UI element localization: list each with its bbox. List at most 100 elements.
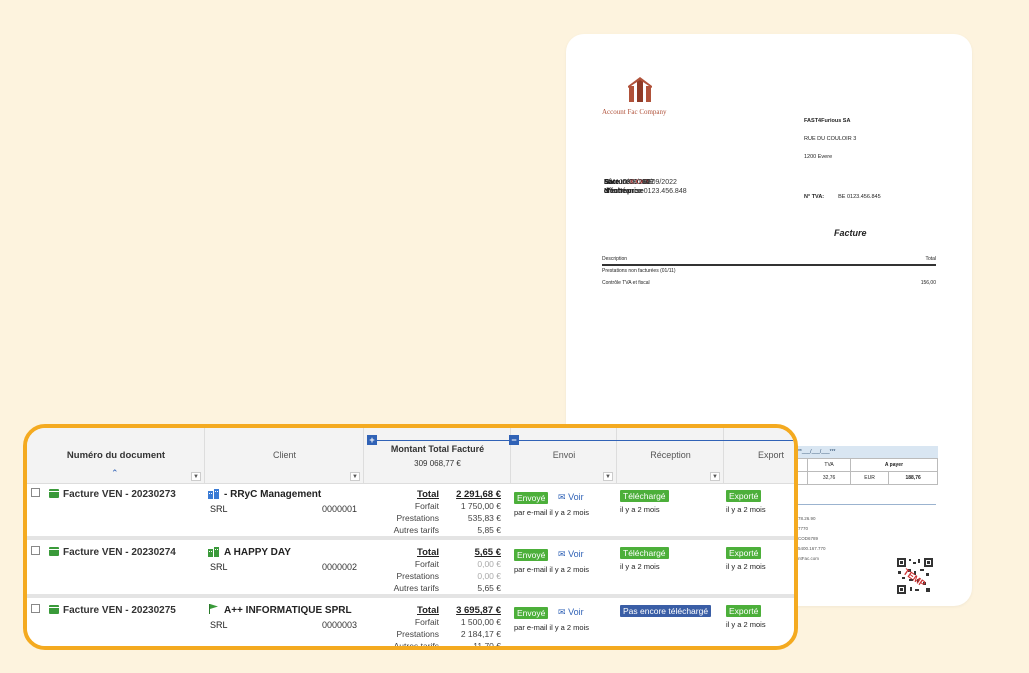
row-checkbox[interactable]	[31, 488, 40, 497]
filter-icon[interactable]: ▼	[350, 472, 360, 481]
autres-value: 11,70 €	[473, 641, 501, 650]
line-description: Contrôle TVA et fiscal	[602, 280, 650, 286]
export-status-badge: Exporté	[726, 547, 762, 559]
total-label: Total	[417, 489, 439, 500]
sort-ascending-icon[interactable]: ⌃	[111, 468, 119, 479]
client-name[interactable]: A HAPPY DAY	[224, 547, 291, 558]
payment-summary: ***___/___/___*** TVA A payer 32,76 EUR …	[791, 446, 939, 491]
table-row[interactable]: Facture VEN - 20230275 A++ INFORMATIQUE …	[27, 598, 794, 650]
voir-link[interactable]: ✉ Voir	[558, 549, 584, 560]
company-name: Account Fac Company	[602, 108, 667, 116]
client-type: SRL	[210, 504, 228, 514]
forfait-value: 0,00 €	[477, 559, 501, 569]
export-status-badge: Exporté	[726, 490, 762, 502]
client-name[interactable]: A++ INFORMATIQUE SPRL	[224, 605, 352, 616]
envoi-status-badge: Envoyé	[514, 549, 549, 561]
description-header: Description	[602, 256, 628, 262]
pay-label: A payer	[849, 458, 939, 472]
invoice-footer: 78.26.90 7770 COD6789 5400.167.770 ntFac…	[798, 514, 826, 564]
envelope-icon: ✉	[558, 492, 566, 502]
forfait-label: Forfait	[414, 559, 439, 569]
column-client[interactable]: Client ▼	[205, 428, 364, 484]
column-doc-title: Numéro du document	[66, 450, 166, 461]
envoi-info: par e-mail il y a 2 mois	[514, 623, 590, 632]
company-building-icon	[208, 489, 219, 499]
footer-line: COD6789	[798, 536, 819, 541]
total-value: 3 695,87 €	[456, 605, 501, 616]
filter-icon[interactable]: ▼	[603, 472, 613, 481]
row-checkbox[interactable]	[31, 546, 40, 555]
autres-label: Autres tarifs	[393, 525, 439, 535]
reception-status-badge: Téléchargé	[620, 547, 669, 559]
total-value: 2 291,68 €	[456, 489, 501, 500]
invoice-table-panel: Numéro du document ⌃ ▼ Client ▼ Montant …	[23, 424, 798, 650]
client-name[interactable]: - RRyC Management	[224, 489, 321, 500]
forfait-value: 1 500,00 €	[460, 617, 501, 627]
column-envoi[interactable]: Envoi ▼	[511, 428, 617, 484]
envelope-icon: ✉	[558, 607, 566, 617]
qr-code-icon: TEMP	[896, 557, 934, 595]
document-number[interactable]: Facture VEN - 20230275	[63, 605, 176, 616]
column-reception-title: Réception	[650, 450, 691, 460]
row-checkbox[interactable]	[31, 604, 40, 613]
column-amount[interactable]: Montant Total Facturé 309 068,77 €	[364, 428, 511, 484]
voir-link[interactable]: ✉ Voir	[558, 607, 584, 618]
forfait-value: 1 750,00 €	[460, 501, 501, 511]
prestations-label: Prestations	[396, 629, 439, 639]
autres-value: 5,85 €	[477, 525, 501, 535]
column-envoi-title: Envoi	[552, 450, 576, 460]
client-id: 0000001	[322, 504, 358, 514]
invoice-lines-header: Description Total	[602, 256, 936, 262]
column-client-title: Client	[272, 450, 296, 460]
envoi-info: par e-mail il y a 2 mois	[514, 565, 590, 574]
expand-plus-icon[interactable]: +	[367, 435, 377, 445]
prestations-label: Prestations	[396, 571, 439, 581]
prestations-value: 0,00 €	[477, 571, 501, 581]
client-id: 0000002	[322, 562, 358, 572]
column-reception[interactable]: Réception ▼	[617, 428, 724, 484]
company-logo-icon	[628, 77, 652, 102]
flag-icon	[209, 604, 218, 614]
pay-tva: 32,76	[807, 471, 851, 485]
filter-icon[interactable]: ▼	[710, 472, 720, 481]
voir-label: Voir	[568, 607, 584, 617]
invoice-line: Contrôle TVA et fiscal 156,00	[602, 280, 936, 286]
collapse-minus-icon[interactable]: −	[509, 435, 519, 445]
footer-line: ntFac.com	[798, 556, 820, 561]
prestations-label: Prestations	[396, 513, 439, 523]
reception-info: il y a 2 mois	[620, 505, 660, 514]
tva-value: BE 0123.456.845	[838, 194, 881, 200]
pay-tva-label: TVA	[807, 458, 851, 472]
autres-value: 5,65 €	[477, 583, 501, 593]
client-type: SRL	[210, 562, 228, 572]
voir-link[interactable]: ✉ Voir	[558, 492, 584, 503]
filter-icon[interactable]: ▼	[191, 472, 201, 481]
pay-currency: EUR	[849, 471, 890, 485]
autres-label: Autres tarifs	[393, 641, 439, 650]
envoi-info: par e-mail il y a 2 mois	[514, 508, 590, 517]
export-status-badge: Exporté	[726, 605, 762, 617]
total-header: Total	[925, 256, 936, 262]
divider	[602, 264, 936, 266]
export-info: il y a 2 mois	[726, 562, 766, 571]
prestations-value: 2 184,17 €	[460, 629, 501, 639]
line-amount: 156,00	[920, 280, 936, 286]
document-icon	[49, 489, 59, 498]
table-row[interactable]: Facture VEN - 20230274 A HAPPY DAY SRL 0…	[27, 540, 794, 598]
meta-value: 10/09/2022	[641, 179, 677, 186]
forfait-label: Forfait	[414, 617, 439, 627]
document-number[interactable]: Facture VEN - 20230274	[63, 547, 176, 558]
export-info: il y a 2 mois	[726, 505, 766, 514]
total-value: 5,65 €	[474, 547, 501, 558]
column-doc[interactable]: Numéro du document ⌃ ▼	[27, 428, 205, 484]
column-export[interactable]: Export	[724, 428, 794, 484]
column-amount-title: Montant Total Facturé	[390, 444, 485, 454]
document-number[interactable]: Facture VEN - 20230273	[63, 489, 176, 500]
company-building-icon	[208, 547, 219, 557]
voir-label: Voir	[568, 492, 584, 502]
footer-line: 7770	[798, 526, 809, 531]
table-row[interactable]: Facture VEN - 20230273 - RRyC Management…	[27, 484, 794, 540]
footer-line: 5400.167.770	[798, 546, 826, 551]
voir-label: Voir	[568, 549, 584, 559]
reception-status-badge: Pas encore téléchargé	[620, 605, 712, 617]
